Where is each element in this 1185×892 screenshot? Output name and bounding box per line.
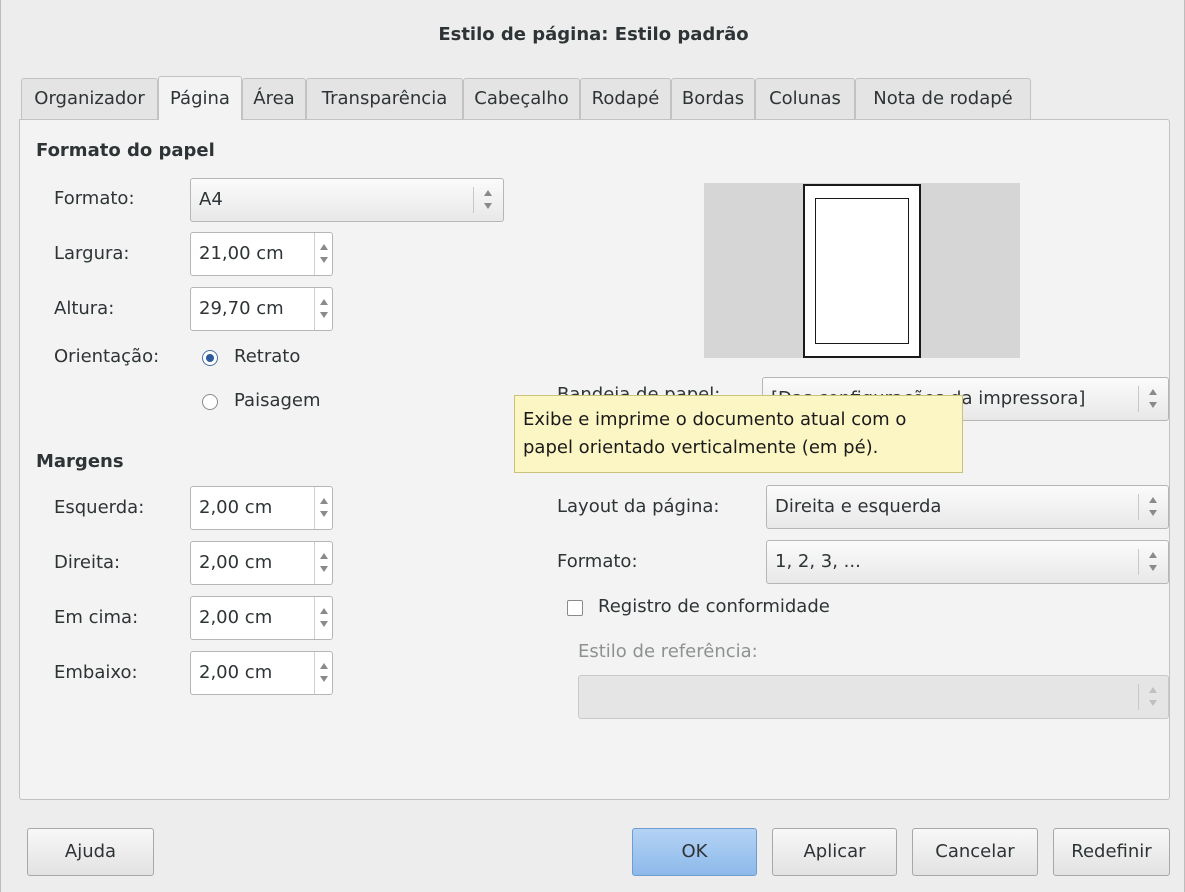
page-preview-margins [815,198,909,344]
tab-rodape[interactable]: Rodapé [580,78,671,120]
orientation-label: Orientação: [54,346,160,367]
margin-bottom-label: Embaixo: [54,662,138,683]
cancel-button[interactable]: Cancelar [912,828,1038,876]
page-layout-label: Layout da página: [557,496,720,517]
orientation-tooltip: Exibe e imprime o documento atual com o … [514,395,963,473]
margin-left-label: Esquerda: [54,497,145,518]
select-arrows-icon [473,179,503,221]
help-button[interactable]: Ajuda [27,828,154,876]
apply-button[interactable]: Aplicar [772,828,897,876]
margin-top-spinbox[interactable]: 2,00 cm [190,596,333,640]
spin-arrows-icon[interactable] [314,652,332,694]
margin-bottom-spinbox[interactable]: 2,00 cm [190,651,333,695]
height-value: 29,70 cm [199,298,284,319]
paper-format-value: A4 [199,189,223,210]
margin-right-label: Direita: [54,552,121,573]
margin-top-value: 2,00 cm [199,607,273,628]
select-arrows-icon [1138,486,1168,528]
page-style-dialog: Estilo de página: Estilo padrão Organiza… [0,0,1185,892]
page-layout-value: Direita e esquerda [775,496,942,517]
margin-left-value: 2,00 cm [199,497,273,518]
spin-arrows-icon[interactable] [314,288,332,330]
portrait-radio[interactable] [202,350,218,366]
page-preview-sheet [803,184,921,358]
numbering-format-value: 1, 2, 3, ... [775,551,861,572]
register-true-label[interactable]: Registro de conformidade [598,596,830,617]
tooltip-line-1: Exibe e imprime o documento atual com o [523,409,907,430]
tab-organizador[interactable]: Organizador [21,78,158,120]
margin-right-value: 2,00 cm [199,552,273,573]
height-spinbox[interactable]: 29,70 cm [190,287,333,331]
margin-left-spinbox[interactable]: 2,00 cm [190,486,333,530]
margins-heading: Margens [36,451,124,472]
select-arrows-icon [1138,378,1168,420]
portrait-label[interactable]: Retrato [234,346,300,367]
numbering-format-label: Formato: [557,551,638,572]
tab-colunas[interactable]: Colunas [755,78,855,120]
landscape-label[interactable]: Paisagem [234,390,321,411]
tab-cabecalho[interactable]: Cabeçalho [463,78,580,120]
width-spinbox[interactable]: 21,00 cm [190,232,333,276]
paper-format-select[interactable]: A4 [190,178,504,222]
spin-arrows-icon[interactable] [314,233,332,275]
width-value: 21,00 cm [199,243,284,264]
margin-bottom-value: 2,00 cm [199,662,273,683]
margin-right-spinbox[interactable]: 2,00 cm [190,541,333,585]
tab-pagina[interactable]: Página [158,76,242,120]
spin-arrows-icon[interactable] [314,542,332,584]
reset-button[interactable]: Redefinir [1053,828,1170,876]
register-true-checkbox[interactable] [567,600,583,616]
tab-area[interactable]: Área [242,78,306,120]
dialog-title: Estilo de página: Estilo padrão [438,24,749,45]
landscape-radio[interactable] [202,394,218,410]
reference-style-label: Estilo de referência: [578,641,758,662]
ok-button[interactable]: OK [632,828,757,876]
page-layout-select[interactable]: Direita e esquerda [766,485,1169,529]
height-label: Altura: [54,298,115,319]
tab-transparencia[interactable]: Transparência [306,78,463,120]
spin-arrows-icon[interactable] [314,487,332,529]
tab-nota-de-rodape[interactable]: Nota de rodapé [855,78,1031,120]
spin-arrows-icon[interactable] [314,597,332,639]
tab-bordas[interactable]: Bordas [671,78,755,120]
format-label: Formato: [54,188,135,209]
tooltip-line-2: papel orientado verticalmente (em pé). [523,437,879,458]
select-arrows-icon [1138,541,1168,583]
select-arrows-icon [1138,676,1168,718]
reference-style-select [578,675,1169,719]
margin-top-label: Em cima: [54,607,139,628]
numbering-format-select[interactable]: 1, 2, 3, ... [766,540,1169,584]
paper-format-heading: Formato do papel [36,140,215,161]
width-label: Largura: [54,243,130,264]
